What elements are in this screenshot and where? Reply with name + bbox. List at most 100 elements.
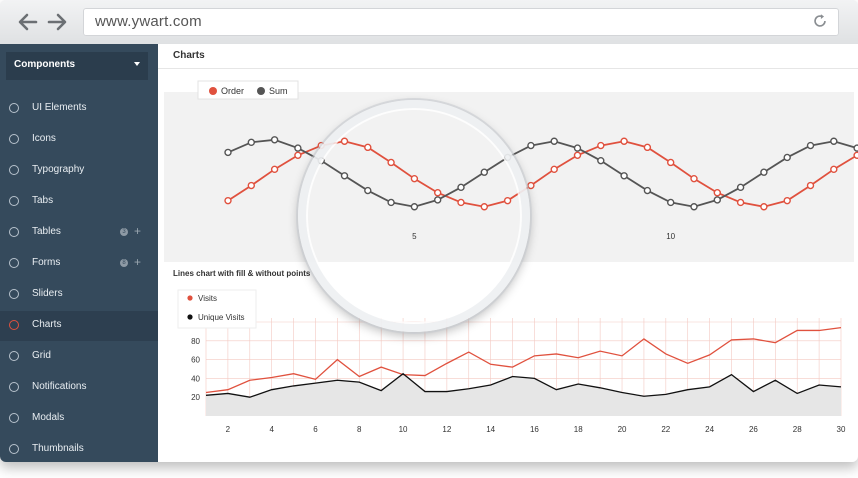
circle-icon (9, 320, 19, 330)
x-tick-label: 16 (530, 425, 539, 434)
data-point-sum (387, 198, 395, 207)
legend-label: Visits (198, 294, 217, 303)
data-point-sum (410, 203, 419, 211)
data-point-sum (573, 144, 582, 152)
data-point-sum (527, 141, 535, 150)
x-tick-label: 14 (486, 425, 495, 434)
data-point-order (247, 181, 256, 190)
sidebar-item-thumbnails[interactable]: Thumbnails (0, 435, 158, 462)
data-point-sum (434, 196, 442, 204)
x-tick-label: 10 (399, 425, 408, 434)
x-tick-label: 18 (574, 425, 583, 434)
data-point-order (760, 203, 768, 211)
data-point-sum (294, 144, 302, 152)
sidebar-item-tables[interactable]: Tables 3 + (0, 218, 158, 248)
circle-icon (9, 258, 19, 268)
address-bar[interactable]: www.ywart.com (83, 8, 839, 36)
circle-icon (9, 134, 19, 144)
x-tick-label: 5 (412, 232, 417, 241)
sidebar-item-notifications[interactable]: Notifications (0, 373, 158, 403)
x-tick-label: 8 (357, 425, 362, 434)
components-dropdown-label: Components (14, 59, 76, 70)
sidebar-item-label: Grid (32, 350, 51, 361)
data-point-sum (643, 186, 652, 195)
x-tick-label: 6 (313, 425, 318, 434)
sidebar-item-label: Typography (32, 164, 85, 175)
data-point-order (270, 165, 279, 174)
data-point-sum (503, 153, 512, 162)
x-tick-label: 10 (666, 232, 675, 241)
data-point-sum (783, 153, 791, 162)
count-badge: 3 (120, 228, 128, 236)
data-point-sum (667, 198, 675, 207)
sidebar-item-charts[interactable]: Charts (0, 311, 158, 341)
circle-icon (9, 165, 19, 175)
y-tick-label: 80 (191, 337, 200, 346)
y-tick-label: 60 (191, 356, 200, 365)
sidebar: Components UI Elements Icons Typography Tab… (0, 44, 158, 462)
url-text[interactable]: www.ywart.com (95, 13, 202, 30)
sidebar-item-grid[interactable]: Grid (0, 342, 158, 372)
sidebar-item-sliders[interactable]: Sliders (0, 280, 158, 310)
caret-down-icon (134, 62, 140, 66)
circle-icon (9, 196, 19, 206)
browser-window: www.ywart.com Components UI Elements Icon… (0, 0, 858, 462)
data-point-sum (690, 203, 698, 211)
legend-label: Order (221, 86, 244, 96)
sidebar-item-label: Modals (32, 412, 65, 423)
components-dropdown[interactable]: Components (6, 52, 148, 80)
data-point-order (736, 198, 745, 207)
sidebar-item-label: Tables (32, 226, 61, 237)
data-point-order (643, 143, 652, 152)
data-point-order (340, 137, 349, 145)
legend-marker (257, 87, 265, 95)
sidebar-item-label: Tabs (32, 195, 54, 206)
plus-icon[interactable]: + (134, 255, 141, 269)
data-point-sum (760, 168, 768, 176)
sidebar-item-label: Sliders (32, 288, 63, 299)
data-point-sum (550, 137, 558, 145)
x-tick-label: 20 (618, 425, 627, 434)
data-point-sum (317, 156, 325, 165)
arrow-left-icon[interactable] (16, 10, 40, 34)
legend-marker (187, 295, 193, 301)
data-point-order (713, 189, 721, 197)
plus-icon[interactable]: + (134, 224, 141, 238)
data-point-sum (853, 144, 858, 152)
data-point-sum (480, 168, 488, 176)
x-tick-label: 24 (705, 425, 714, 434)
sidebar-item-typography[interactable]: Typography (0, 156, 158, 186)
data-point-order (317, 141, 325, 150)
sidebar-item-tabs[interactable]: Tabs (0, 187, 158, 217)
data-point-order (503, 196, 512, 205)
legend-marker (209, 87, 217, 95)
data-point-sum (247, 138, 256, 147)
data-point-sum (713, 196, 721, 204)
circle-icon (9, 351, 19, 361)
data-point-order (480, 203, 488, 211)
data-point-sum (620, 172, 628, 180)
area-fill-unique-visits (206, 373, 841, 416)
data-point-sum (830, 137, 838, 145)
count-badge: 8 (120, 259, 128, 267)
arrow-right-icon[interactable] (45, 10, 69, 34)
legend-label: Unique Visits (198, 313, 245, 322)
data-point-sum (457, 183, 465, 192)
sidebar-item-label: Charts (32, 319, 62, 330)
y-tick-label: 40 (191, 374, 200, 383)
sidebar-item-modals[interactable]: Modals (0, 404, 158, 434)
x-tick-label: 26 (749, 425, 758, 434)
circle-icon (9, 227, 19, 237)
sidebar-item-label: Thumbnails (32, 443, 84, 454)
sidebar-item-icons[interactable]: Icons (0, 125, 158, 155)
data-point-sum (224, 148, 232, 157)
sidebar-item-label: Forms (32, 257, 61, 268)
data-point-order (783, 196, 791, 205)
sidebar-item-ui-elements[interactable]: UI Elements (0, 94, 158, 124)
data-point-order (806, 181, 815, 190)
reload-icon[interactable] (811, 12, 829, 30)
sidebar-item-forms[interactable]: Forms 8 + (0, 249, 158, 279)
data-point-order (387, 158, 395, 167)
data-point-sum (806, 141, 815, 150)
circle-icon (9, 103, 19, 113)
